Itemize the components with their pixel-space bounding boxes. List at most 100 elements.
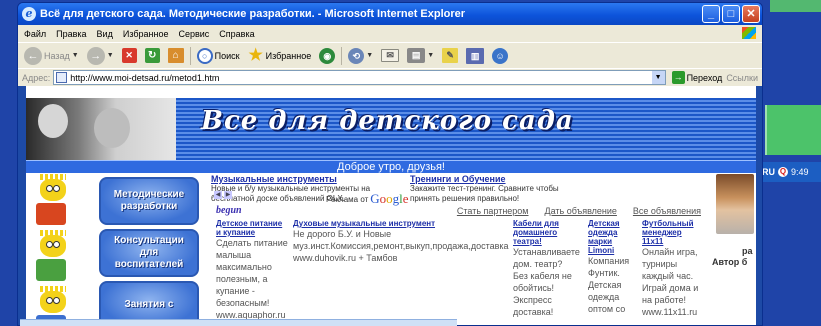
favorites-button[interactable]: ★ Избранное [246, 45, 314, 67]
ad-column: Духовые музыкальные инструмент Не дорого… [293, 219, 509, 264]
chevron-down-icon[interactable]: ▼ [427, 52, 434, 59]
ad-title-link[interactable]: Футбольный менеджер 11x11 [642, 219, 704, 246]
back-button[interactable]: ← Назад ▼ [22, 45, 81, 67]
ad-title-link[interactable]: Музыкальные инструменты [211, 174, 376, 184]
nav-methodical-button[interactable]: Методические разработки [99, 177, 199, 225]
clock: 9:49 [791, 167, 809, 177]
page-icon [56, 72, 68, 83]
history-icon: ⟲ [348, 47, 365, 64]
ie-window: e Всё для детского сада. Методические ра… [17, 2, 763, 326]
ads-by-label: Реклама от [326, 194, 369, 204]
ad-pager: ◀ ▶ [214, 191, 232, 199]
overlapping-window-edge [20, 319, 457, 326]
links-button[interactable]: Ссылки [726, 73, 758, 83]
history-button[interactable]: ⟲ ▼ [346, 45, 375, 67]
stop-icon: ✕ [121, 48, 137, 63]
menu-view[interactable]: Вид [97, 29, 113, 39]
edit-icon: ✎ [442, 48, 459, 63]
window-title: Всё для детского сада. Методические разр… [40, 8, 466, 20]
minimize-button[interactable]: _ [702, 5, 720, 23]
favorites-label: Избранное [265, 50, 312, 61]
begun-logo[interactable]: begun [216, 205, 457, 216]
begun-bar: begun Стать партнером Дать объявление Вс… [216, 204, 701, 217]
desktop-window-edge [765, 105, 821, 155]
messenger-icon: ☺ [492, 47, 509, 64]
go-arrow-icon: → [671, 71, 685, 84]
next-arrow-icon[interactable]: ▶ [224, 191, 232, 199]
chevron-down-icon[interactable]: ▼ [107, 52, 114, 59]
prev-arrow-icon[interactable]: ◀ [214, 191, 222, 199]
research-button[interactable]: ▥ [464, 45, 486, 67]
author-text-partial: ра [742, 246, 753, 256]
go-button[interactable]: → Переход [671, 71, 723, 84]
windows-logo-icon [742, 27, 756, 39]
ad-title-link[interactable]: Детская одежда марки Limoni [588, 219, 636, 255]
address-input[interactable]: http://www.moi-detsad.ru/metod1.htm [70, 73, 651, 83]
ad-title-link[interactable]: Тренинги и Обучение [410, 174, 575, 184]
home-icon: ⌂ [167, 48, 184, 63]
menu-edit[interactable]: Правка [56, 29, 86, 39]
menu-tools[interactable]: Сервис [178, 29, 209, 39]
chevron-down-icon[interactable]: ▼ [72, 52, 79, 59]
messenger-button[interactable]: ☺ [490, 45, 510, 67]
language-indicator[interactable]: RU [762, 167, 775, 177]
back-arrow-icon: ← [24, 46, 42, 65]
ad-title-link[interactable]: Детское питание и купание [216, 219, 288, 237]
search-button[interactable]: ○ Поиск [195, 45, 242, 67]
ad-block: Тренинги и Обучение Закажите тест-тренин… [410, 174, 575, 204]
ad-title-link[interactable]: Кабели для домашнего театра! [513, 219, 579, 246]
refresh-icon: ↻ [144, 48, 160, 63]
become-partner-link[interactable]: Стать партнером [457, 206, 529, 216]
site-banner: Все для детского сада [26, 98, 756, 160]
chevron-down-icon[interactable]: ▼ [651, 71, 665, 84]
printer-icon: ▤ [407, 48, 426, 63]
child-image [38, 104, 68, 138]
address-bar: Адрес: http://www.moi-detsad.ru/metod1.h… [18, 68, 762, 86]
ad-text: Устанавливаете дом. театр? Без кабеля не… [513, 247, 580, 317]
star-icon: ★ [248, 46, 263, 64]
nav-consultations-button[interactable]: Консультации для воспитателей [99, 229, 199, 277]
back-label: Назад [44, 50, 70, 61]
address-field[interactable]: http://www.moi-detsad.ru/metod1.htm ▼ [53, 70, 666, 85]
system-tray: RU Q 9:49 [760, 162, 821, 182]
chevron-down-icon[interactable]: ▼ [366, 52, 373, 59]
ad-title-link[interactable]: Духовые музыкальные инструмент [293, 219, 503, 228]
standard-toolbar: ← Назад ▼ → ▼ ✕ ↻ ⌂ ○ Поиск ★ Избранное … [18, 42, 762, 68]
cartoon-character-image [36, 174, 70, 229]
forward-button[interactable]: → ▼ [85, 45, 116, 67]
maximize-button[interactable]: □ [722, 5, 740, 23]
close-button[interactable]: ✕ [742, 5, 760, 23]
print-button[interactable]: ▤ ▼ [405, 45, 436, 67]
post-ad-link[interactable]: Дать объявление [545, 206, 617, 216]
scrollbar[interactable] [758, 86, 762, 325]
greeting-bar: Доброе утро, друзья! [26, 160, 756, 173]
ad-text: Компания Фунтик. Детская одежда оптом со [588, 256, 630, 314]
toolbar-separator [189, 46, 191, 65]
search-icon: ○ [196, 47, 213, 64]
lang-bar-icon[interactable]: Q [778, 167, 788, 177]
menu-bar: Файл Правка Вид Избранное Сервис Справка [18, 25, 762, 42]
ie-icon: e [22, 7, 36, 21]
ad-column: Детское питание и купание Сделать питани… [216, 219, 288, 321]
menu-help[interactable]: Справка [219, 29, 254, 39]
menu-file[interactable]: Файл [24, 29, 46, 39]
mail-button[interactable]: ✉ [379, 45, 401, 67]
home-button[interactable]: ⌂ [166, 45, 186, 67]
all-ads-link[interactable]: Все объявления [633, 206, 701, 216]
go-label: Переход [686, 72, 723, 83]
children-photo [26, 98, 176, 160]
right-sidebar: ра Автор б [712, 174, 756, 325]
title-bar[interactable]: e Всё для детского сада. Методические ра… [18, 3, 762, 25]
site-title: Все для детского сада [201, 106, 574, 136]
refresh-button[interactable]: ↻ [143, 45, 162, 67]
web-page: Все для детского сада Доброе утро, друзь… [26, 86, 756, 325]
menu-favorites[interactable]: Избранное [123, 29, 169, 39]
mail-icon: ✉ [381, 49, 400, 62]
ad-column: Футбольный менеджер 11x11 Онлайн игра, т… [642, 219, 704, 318]
desktop-window-edge [770, 0, 821, 12]
edit-button[interactable]: ✎ [440, 45, 460, 67]
search-label: Поиск [214, 50, 240, 61]
child-image [94, 108, 130, 148]
media-button[interactable]: ◉ [317, 45, 337, 67]
stop-button[interactable]: ✕ [120, 45, 139, 67]
